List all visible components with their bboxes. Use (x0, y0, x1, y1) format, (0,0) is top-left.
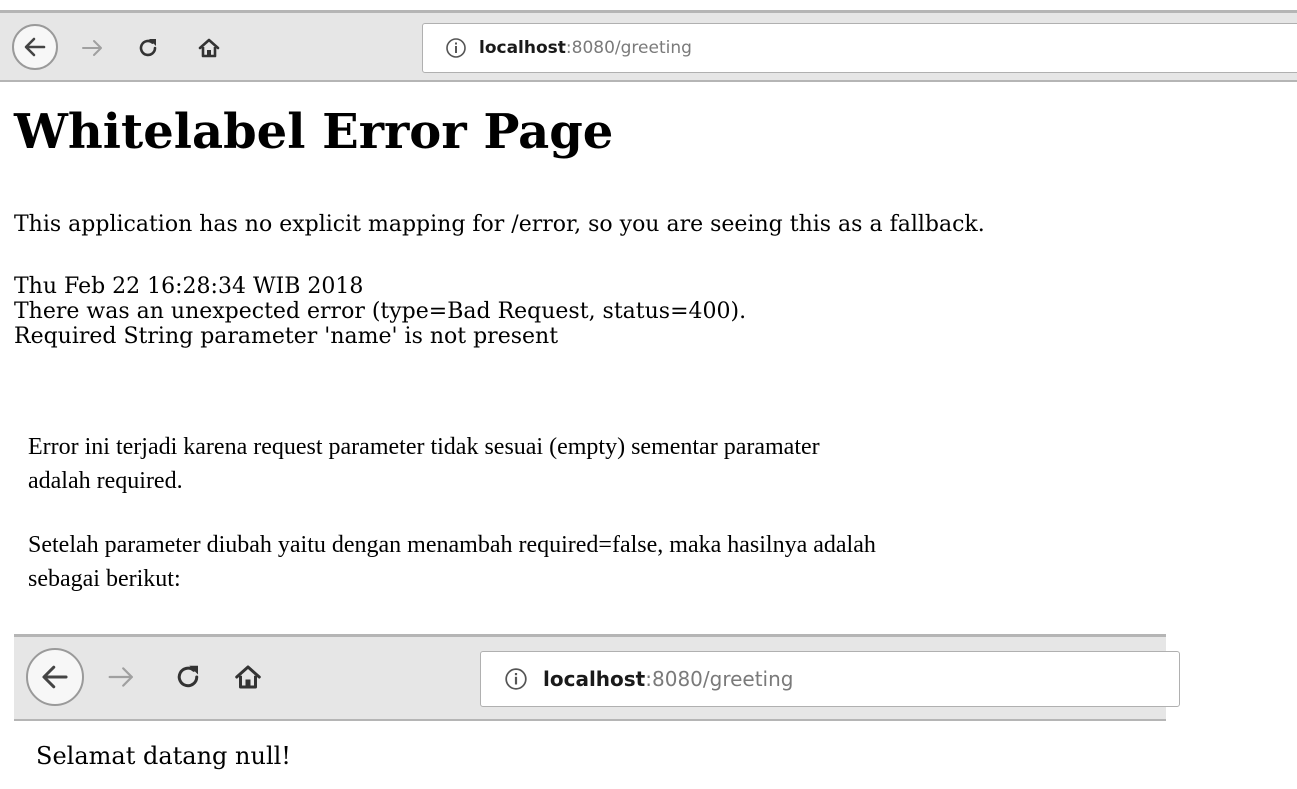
forward-button[interactable] (78, 33, 108, 63)
error-detail-line: Required String parameter 'name' is not … (14, 324, 559, 349)
page-title: Whitelabel Error Page (14, 104, 614, 160)
document-page: localhost:8080/greeting Whitelabel Error… (0, 0, 1297, 789)
explanation-paragraph-2: Setelah parameter diubah yaitu dengan me… (28, 528, 1178, 596)
url-bar[interactable]: localhost:8080/greeting (480, 651, 1180, 707)
error-message: This application has no explicit mapping… (14, 212, 985, 237)
url-host: localhost (479, 38, 566, 58)
back-button[interactable] (12, 24, 58, 70)
url-bar[interactable]: localhost:8080/greeting (422, 23, 1297, 73)
forward-arrow-icon (82, 40, 102, 56)
greeting-text: Selamat datang null! (36, 742, 291, 770)
forward-button[interactable] (104, 659, 140, 695)
home-icon (235, 665, 261, 689)
error-type-line: There was an unexpected error (type=Bad … (14, 299, 747, 324)
home-icon (198, 38, 220, 58)
reload-icon (139, 39, 157, 57)
reload-button[interactable] (133, 33, 163, 63)
back-arrow-icon (42, 665, 68, 689)
explanation-paragraph-1-line-2: adalah required. (28, 468, 183, 494)
explanation-paragraph-2-line-1: Setelah parameter diubah yaitu dengan me… (28, 532, 876, 558)
reload-button[interactable] (170, 659, 206, 695)
browser-toolbar-top: localhost:8080/greeting (0, 10, 1297, 82)
home-button[interactable] (230, 659, 266, 695)
back-button[interactable] (26, 648, 84, 706)
explanation-paragraph-2-line-2: sebagai berikut: (28, 566, 181, 592)
explanation-paragraph-1-line-1: Error ini terjadi karena request paramet… (28, 434, 820, 460)
url-path: :8080/greeting (565, 38, 692, 58)
reload-icon (177, 665, 199, 688)
url-host: localhost (543, 667, 646, 691)
back-arrow-icon (24, 37, 46, 57)
error-timestamp: Thu Feb 22 16:28:34 WIB 2018 (14, 274, 364, 299)
forward-arrow-icon (108, 667, 133, 687)
url-path: :8080/greeting (645, 667, 794, 691)
info-icon[interactable] (501, 664, 531, 694)
explanation-paragraph-1: Error ini terjadi karena request paramet… (28, 430, 1178, 498)
home-button[interactable] (194, 33, 224, 63)
info-icon[interactable] (443, 35, 469, 61)
browser-toolbar-bottom: localhost:8080/greeting (14, 634, 1180, 721)
